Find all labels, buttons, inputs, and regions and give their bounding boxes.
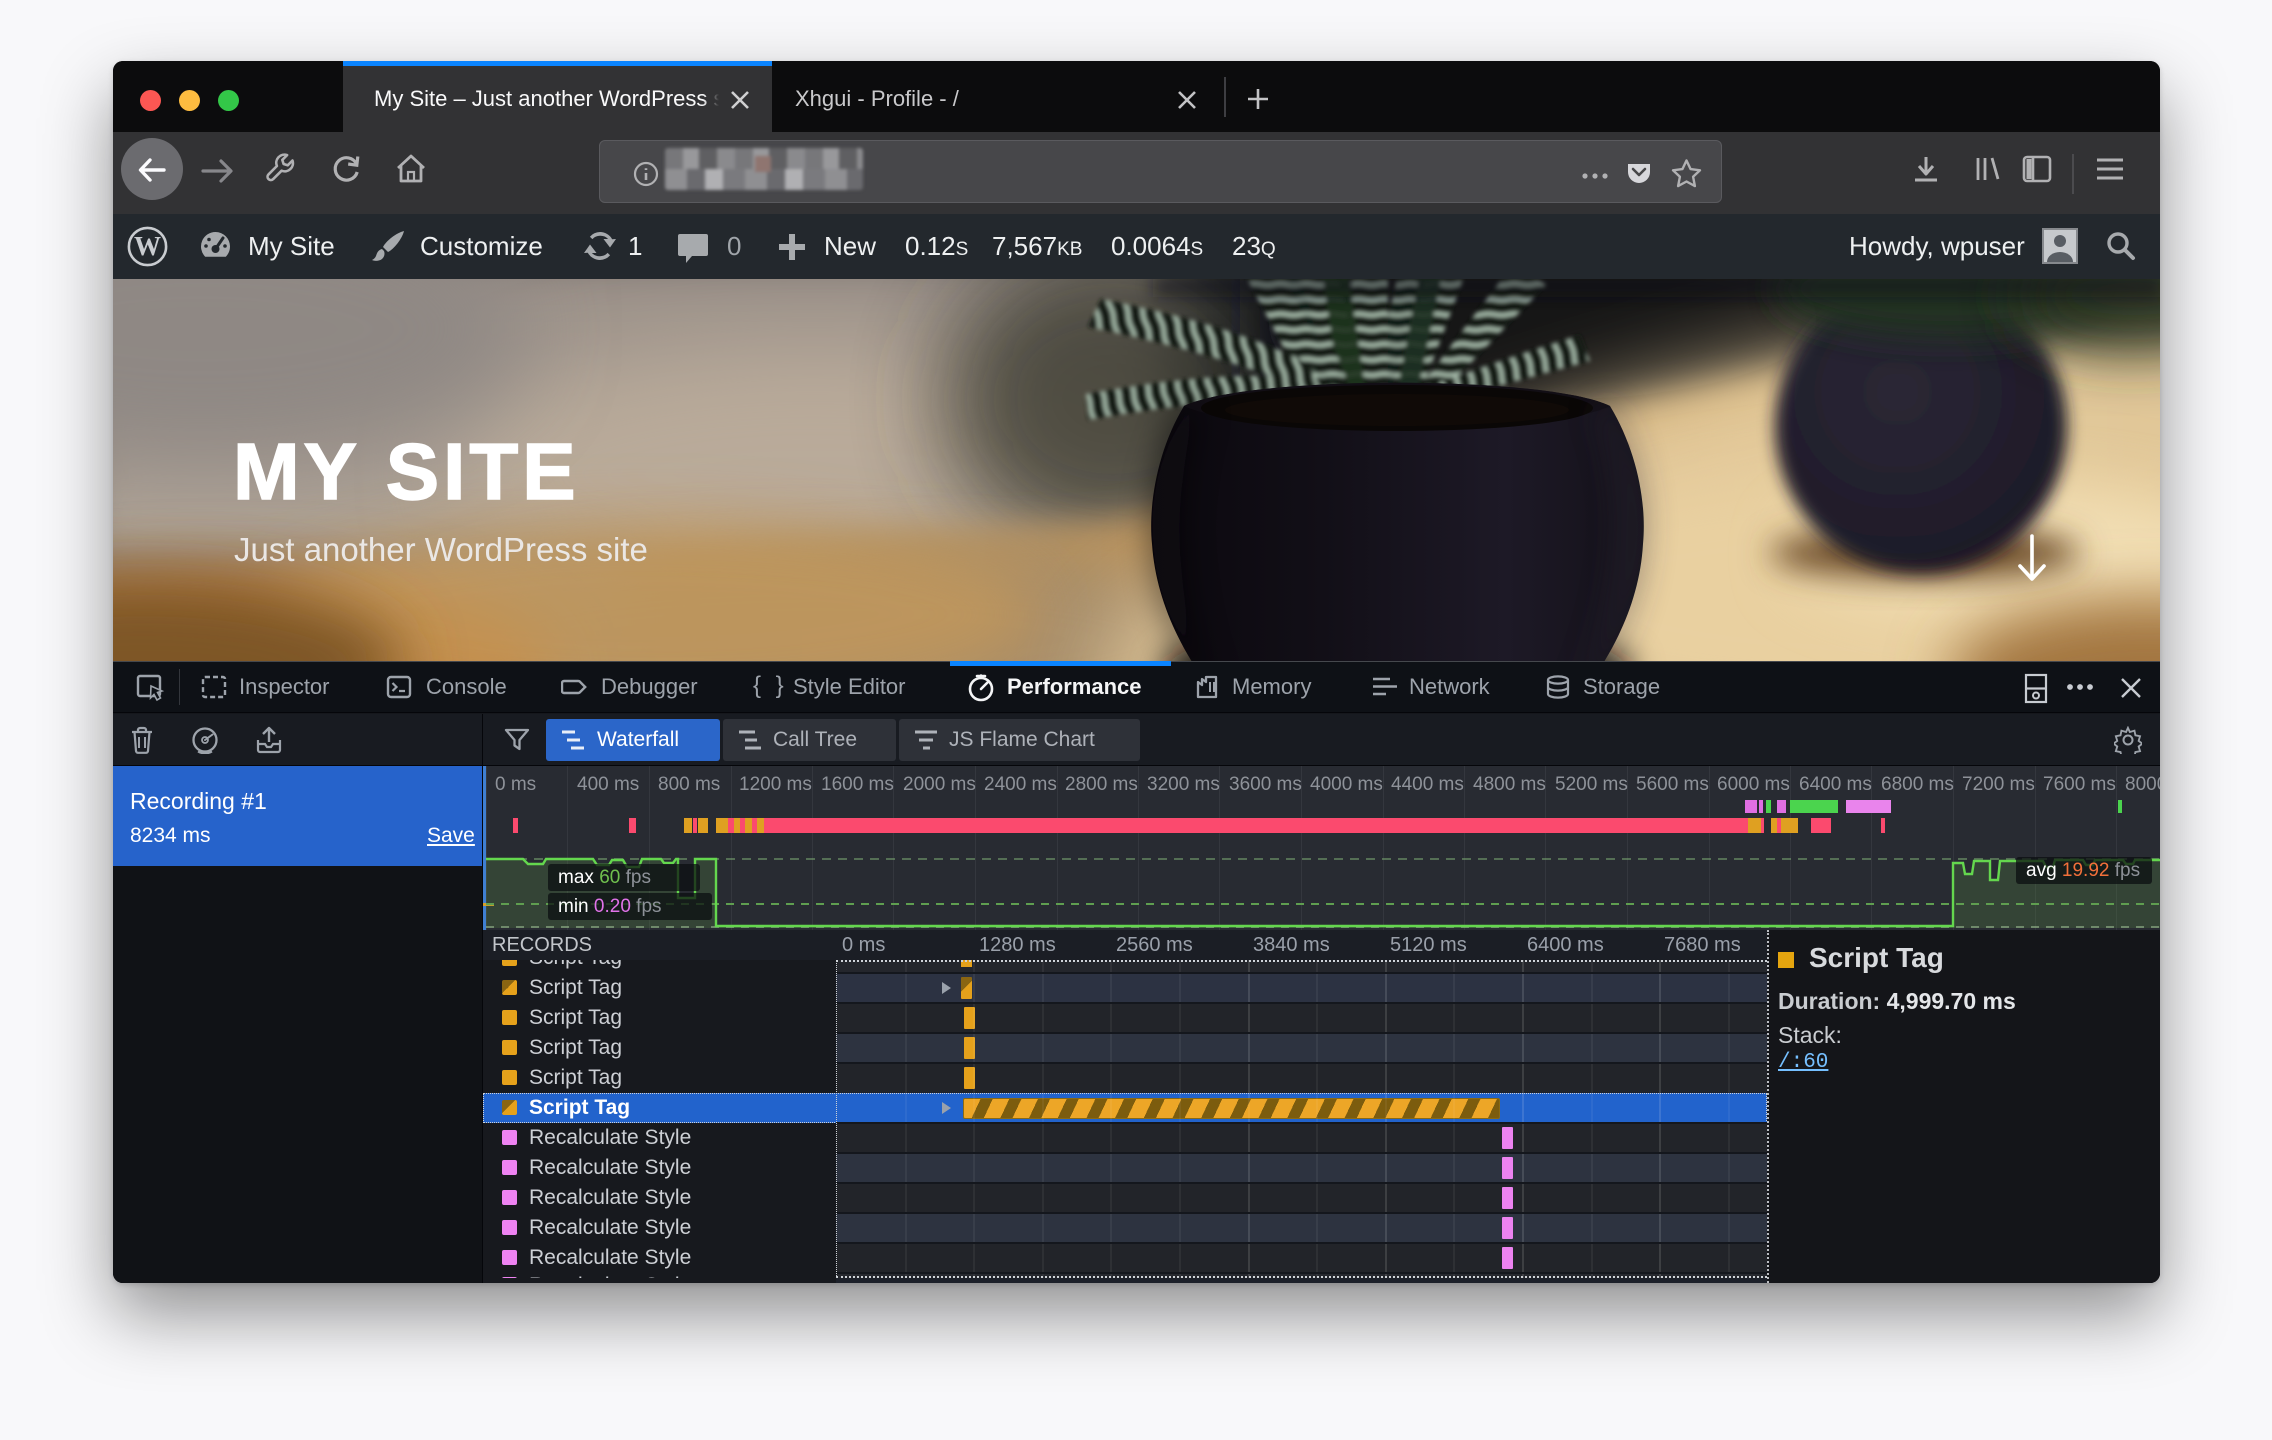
svg-text:W: W	[134, 231, 161, 261]
